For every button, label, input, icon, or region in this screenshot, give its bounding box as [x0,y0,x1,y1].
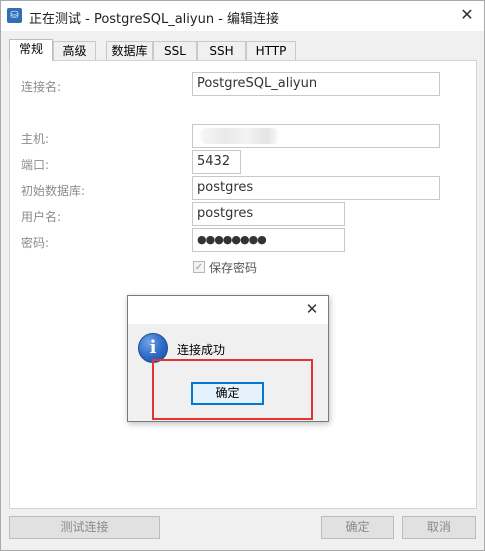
tab-databases[interactable]: 数据库 [106,41,153,60]
port-input[interactable]: 5432 [192,150,241,174]
tab-advanced[interactable]: 高级 [53,41,96,60]
host-input[interactable] [192,124,440,148]
port-label: 端口: [21,158,50,172]
title-bar[interactable]: ⛁ 正在测试 - PostgreSQL_aliyun - 编辑连接 ✕ [1,1,484,31]
redacted-host-blur [201,128,279,144]
dialog-body: i 连接成功 确定 [128,324,328,421]
info-icon: i [138,333,168,363]
test-connection-button[interactable]: 测试连接 [9,516,160,539]
host-label: 主机: [21,132,50,146]
connection-name-label: 连接名: [21,80,62,94]
tab-http[interactable]: HTTP [246,41,296,60]
dialog-ok-button[interactable]: 确定 [191,382,264,405]
save-password-checkbox[interactable]: ✓ [193,261,205,273]
initial-database-label: 初始数据库: [21,184,86,198]
save-password-label: 保存密码 [209,261,258,275]
username-label: 用户名: [21,210,62,224]
connection-result-dialog: ✕ i 连接成功 确定 [127,295,329,422]
tab-general[interactable]: 常规 [9,39,53,61]
dialog-close-icon[interactable]: ✕ [302,299,322,319]
username-input[interactable]: postgres [192,202,345,226]
tab-ssl[interactable]: SSL [153,41,197,60]
connection-name-input[interactable]: PostgreSQL_aliyun [192,72,440,96]
cancel-button[interactable]: 取消 [402,516,476,539]
dialog-message: 连接成功 [177,343,226,357]
tab-ssh[interactable]: SSH [197,41,246,60]
edit-connection-window: ⛁ 正在测试 - PostgreSQL_aliyun - 编辑连接 ✕ 常规 高… [0,0,485,551]
password-label: 密码: [21,236,50,250]
password-input[interactable]: ●●●●●●●● [192,228,345,252]
general-tab-panel: 连接名: PostgreSQL_aliyun 主机: 端口: 5432 初始数据… [9,60,477,509]
window-title: 正在测试 - PostgreSQL_aliyun - 编辑连接 [29,12,280,27]
dialog-title-bar[interactable]: ✕ [128,296,328,324]
window-close-icon[interactable]: ✕ [456,5,478,25]
navicat-app-icon: ⛁ [7,8,22,23]
ok-button[interactable]: 确定 [321,516,394,539]
initial-database-input[interactable]: postgres [192,176,440,200]
